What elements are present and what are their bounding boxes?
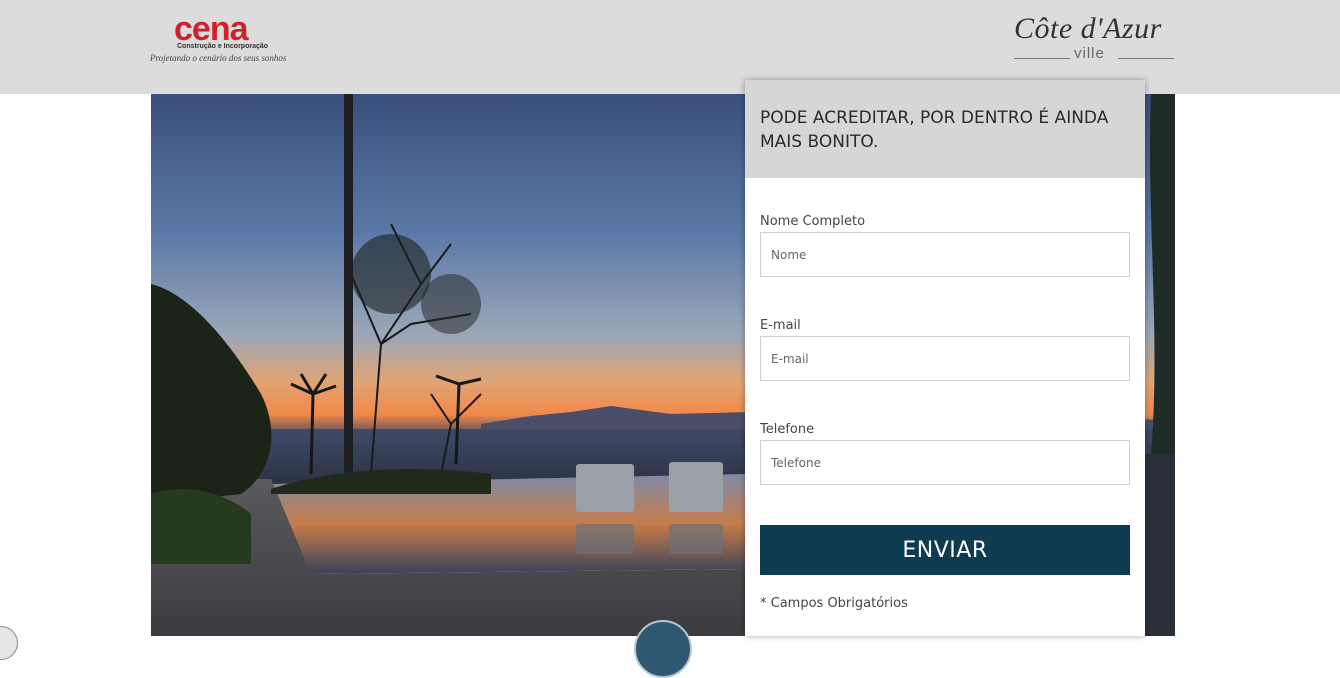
cena-logo-subtitle: Construção e Incorporação [177,43,269,50]
form-heading: PODE ACREDITAR, POR DENTRO É AINDA MAIS … [760,108,1109,152]
cena-logo-tagline: Projetando o cenário dos seus sonhos [150,53,287,63]
cena-logo[interactable]: cena Construção e Incorporação Projetand… [150,12,310,68]
cena-logo-brand: cena [174,10,248,48]
scroll-down-button[interactable] [634,620,692,678]
cote-logo-rule-left [1014,58,1070,59]
name-input[interactable] [760,232,1130,277]
cote-logo-sub: ville [1074,45,1105,62]
corner-widget[interactable] [0,626,18,660]
cote-logo-name: Côte d'Azur [1014,12,1162,45]
phone-label: Telefone [760,422,815,437]
required-fields-note: * Campos Obrigatórios [760,596,908,611]
email-input[interactable] [760,336,1130,381]
cote-dazur-logo[interactable]: Côte d'Azur ville [1012,12,1176,68]
name-label: Nome Completo [760,214,866,229]
form-header: PODE ACREDITAR, POR DENTRO É AINDA MAIS … [745,80,1145,178]
email-label: E-mail [760,318,801,333]
contact-form-panel: PODE ACREDITAR, POR DENTRO É AINDA MAIS … [745,80,1145,636]
submit-button[interactable]: ENVIAR [760,525,1130,575]
cote-logo-rule-right [1118,58,1174,59]
phone-input[interactable] [760,440,1130,485]
